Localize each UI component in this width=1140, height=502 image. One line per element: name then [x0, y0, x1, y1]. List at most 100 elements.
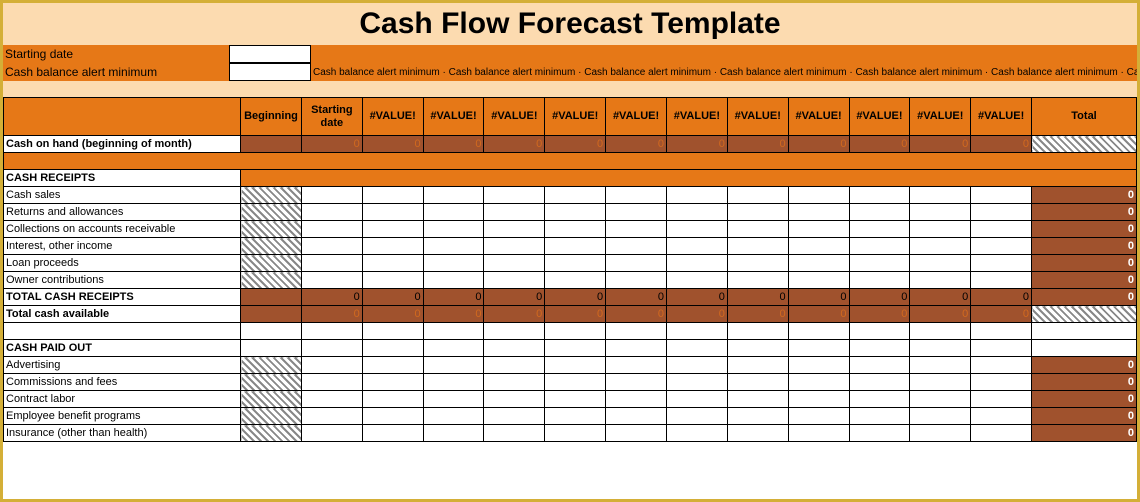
cell[interactable] — [910, 357, 971, 374]
cell[interactable] — [606, 238, 667, 255]
cell[interactable] — [788, 272, 849, 289]
cell[interactable] — [971, 323, 1032, 340]
cash-on-hand-label[interactable]: Cash on hand (beginning of month) — [4, 136, 241, 153]
cell[interactable] — [606, 323, 667, 340]
collections-label[interactable]: Collections on accounts receivable — [4, 221, 241, 238]
cell[interactable]: 0 — [301, 136, 362, 153]
cell[interactable] — [971, 221, 1032, 238]
cell[interactable] — [423, 425, 484, 442]
cell[interactable] — [910, 272, 971, 289]
cell[interactable] — [545, 391, 606, 408]
header-blank[interactable] — [4, 98, 241, 136]
header-month[interactable]: #VALUE! — [971, 98, 1032, 136]
cell[interactable] — [606, 340, 667, 357]
cell[interactable] — [666, 408, 727, 425]
cell[interactable] — [910, 374, 971, 391]
cell[interactable] — [606, 408, 667, 425]
cell-total[interactable]: 0 — [1032, 238, 1137, 255]
commissions-label[interactable]: Commissions and fees — [4, 374, 241, 391]
cell[interactable] — [788, 255, 849, 272]
cell[interactable] — [666, 374, 727, 391]
cell[interactable]: 0 — [666, 289, 727, 306]
cell[interactable] — [423, 238, 484, 255]
cell[interactable] — [423, 255, 484, 272]
cell[interactable] — [423, 204, 484, 221]
cell-total[interactable]: 0 — [1032, 408, 1137, 425]
cell[interactable] — [666, 357, 727, 374]
cell[interactable] — [666, 340, 727, 357]
cell[interactable] — [788, 391, 849, 408]
returns-label[interactable]: Returns and allowances — [4, 204, 241, 221]
cell[interactable] — [971, 204, 1032, 221]
cell[interactable]: 0 — [971, 306, 1032, 323]
cell[interactable] — [849, 204, 910, 221]
cell[interactable] — [849, 357, 910, 374]
cell[interactable] — [241, 289, 302, 306]
cell[interactable] — [301, 425, 362, 442]
cell[interactable]: 0 — [788, 289, 849, 306]
cell[interactable] — [301, 323, 362, 340]
cell[interactable] — [666, 391, 727, 408]
cell[interactable] — [423, 357, 484, 374]
cell[interactable]: 0 — [362, 136, 423, 153]
cell[interactable] — [727, 425, 788, 442]
cell[interactable] — [606, 272, 667, 289]
cell[interactable] — [362, 357, 423, 374]
insurance-label[interactable]: Insurance (other than health) — [4, 425, 241, 442]
cell[interactable] — [1032, 323, 1137, 340]
cell-hatched[interactable] — [241, 408, 302, 425]
cell[interactable] — [545, 272, 606, 289]
header-month[interactable]: #VALUE! — [362, 98, 423, 136]
cell[interactable]: 0 — [484, 306, 545, 323]
cell[interactable]: 0 — [606, 289, 667, 306]
cell-hatched[interactable] — [241, 238, 302, 255]
cell[interactable] — [545, 357, 606, 374]
cell[interactable] — [788, 374, 849, 391]
cell[interactable] — [545, 323, 606, 340]
cell[interactable]: 0 — [849, 306, 910, 323]
cell[interactable] — [727, 221, 788, 238]
cell[interactable] — [545, 425, 606, 442]
cell[interactable] — [545, 340, 606, 357]
header-month[interactable]: #VALUE! — [606, 98, 667, 136]
cell[interactable] — [727, 357, 788, 374]
cell[interactable] — [301, 408, 362, 425]
cell[interactable] — [788, 238, 849, 255]
header-month[interactable]: #VALUE! — [423, 98, 484, 136]
cell[interactable]: 0 — [727, 136, 788, 153]
cash-sales-label[interactable]: Cash sales — [4, 187, 241, 204]
cell[interactable] — [971, 425, 1032, 442]
cell[interactable] — [971, 187, 1032, 204]
cell-total[interactable]: 0 — [1032, 374, 1137, 391]
cell[interactable] — [849, 187, 910, 204]
cell[interactable] — [484, 323, 545, 340]
cash-receipts-label[interactable]: CASH RECEIPTS — [4, 170, 241, 187]
cell[interactable] — [849, 408, 910, 425]
cell-hatched[interactable] — [241, 357, 302, 374]
loan-label[interactable]: Loan proceeds — [4, 255, 241, 272]
cell[interactable] — [484, 425, 545, 442]
header-month[interactable]: #VALUE! — [788, 98, 849, 136]
header-month[interactable]: #VALUE! — [727, 98, 788, 136]
cell[interactable] — [727, 374, 788, 391]
cell[interactable] — [788, 187, 849, 204]
cell[interactable] — [606, 255, 667, 272]
cell[interactable] — [423, 272, 484, 289]
cell[interactable] — [423, 187, 484, 204]
cell-total[interactable]: 0 — [1032, 425, 1137, 442]
cell[interactable] — [849, 323, 910, 340]
cell[interactable] — [362, 255, 423, 272]
cell[interactable] — [788, 340, 849, 357]
advertising-label[interactable]: Advertising — [4, 357, 241, 374]
cell[interactable] — [849, 374, 910, 391]
cell[interactable]: 0 — [788, 306, 849, 323]
cell[interactable] — [545, 204, 606, 221]
cell[interactable] — [484, 374, 545, 391]
cell[interactable]: 0 — [423, 289, 484, 306]
cell[interactable] — [484, 357, 545, 374]
cell[interactable] — [301, 272, 362, 289]
cell[interactable] — [788, 408, 849, 425]
cell[interactable] — [788, 204, 849, 221]
cell-total[interactable]: 0 — [1032, 272, 1137, 289]
cell[interactable]: 0 — [910, 289, 971, 306]
